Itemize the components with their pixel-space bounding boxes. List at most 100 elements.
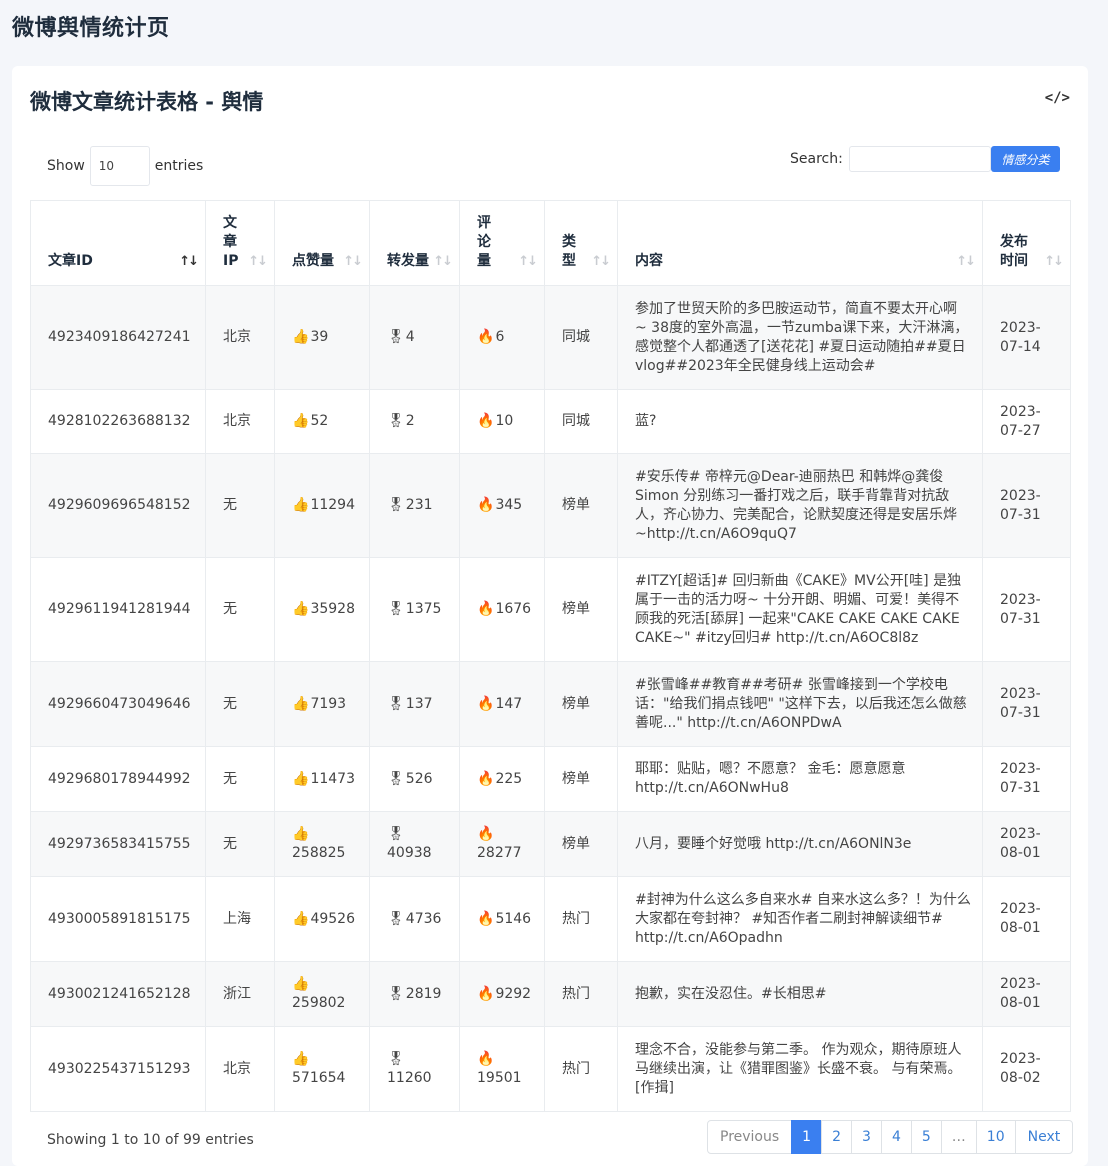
comments-cell: 🔥147: [459, 661, 545, 747]
fire-icon: 🔥: [477, 1051, 495, 1067]
reposts-value: 4736: [405, 910, 442, 927]
search-label: Search:: [790, 151, 843, 167]
fire-icon: 🔥: [477, 985, 495, 1002]
article-id-link[interactable]: 4929680178944992: [30, 746, 206, 812]
sort-asc-icon: ↑↓: [179, 254, 199, 269]
comments-cell: 🔥345: [459, 453, 545, 558]
content-cell: 八月，要睡个好觉哦 http://t.cn/A6ONlN3e: [617, 811, 983, 877]
column-header-likes[interactable]: 点赞量 ↑↓: [274, 200, 370, 286]
pagination-ellipsis: …: [940, 1120, 977, 1154]
comments-cell: 🔥1676: [459, 557, 545, 662]
column-header-type[interactable]: 类型 ↑↓: [544, 200, 618, 286]
article-id-link[interactable]: 4929736583415755: [30, 811, 206, 877]
column-header-ip[interactable]: 文章IP ↑↓: [205, 200, 275, 286]
likes-value: 259802: [292, 995, 346, 1011]
likes-cell: 👍 258825: [274, 811, 370, 877]
column-header-content[interactable]: 内容 ↑↓: [617, 200, 983, 286]
reposts-cell: 🎖4736: [369, 876, 460, 962]
page-button-10[interactable]: 10: [975, 1120, 1016, 1154]
entries-per-page-select[interactable]: 10: [89, 146, 150, 186]
comments-value: 9292: [495, 985, 532, 1002]
article-id-link[interactable]: 4930005891815175: [30, 876, 206, 962]
sentiment-classify-button[interactable]: 情感分类: [991, 146, 1060, 172]
articles-table: 文章ID ↑↓ 文章IP ↑↓ 点赞量 ↑↓ 转发量 ↑↓ 评论量 ↑↓ 类型 ↑↓ 内容 ↑…: [30, 200, 1071, 1112]
reposts-value: 1375: [405, 601, 442, 617]
likes-value: 39: [310, 329, 329, 345]
comments-cell: 🔥 28277: [459, 811, 545, 877]
show-label: Show: [47, 158, 85, 174]
previous-page-button[interactable]: Previous: [707, 1120, 793, 1154]
article-ip-cell: 浙江: [205, 961, 275, 1027]
comments-value: 147: [495, 695, 523, 712]
column-header-id[interactable]: 文章ID ↑↓: [30, 200, 206, 286]
medal-icon: 🎖: [387, 413, 405, 429]
article-id-link[interactable]: 4928102263688132: [30, 389, 206, 454]
page-button-1[interactable]: 1: [791, 1120, 823, 1154]
comments-value: 345: [495, 497, 523, 513]
page-button-3[interactable]: 3: [851, 1120, 882, 1154]
table-row: 4928102263688132 北京 👍52 🎖2 🔥10 同城 蓝? 2023-07-27: [30, 389, 1071, 454]
date-cell: 2023-07-14: [982, 285, 1071, 390]
table-row: 4923409186427241 北京 👍39 🎖4 🔥6 同城 参加了世贸天阶的多巴胺运动…: [30, 285, 1071, 390]
content-cell: 蓝?: [617, 389, 983, 454]
comments-cell: 🔥10: [459, 389, 545, 454]
sort-icon: ↑↓: [248, 254, 268, 269]
article-id-link[interactable]: 4930225437151293: [30, 1026, 206, 1112]
reposts-value: 4: [405, 329, 415, 345]
type-cell: 榜单: [544, 453, 618, 558]
likes-value: 52: [310, 413, 329, 429]
medal-icon: 🎖: [387, 826, 405, 842]
table-row: 4930225437151293 北京 👍 571654 🎖 11260 🔥 19501 热门理…: [30, 1026, 1071, 1112]
fire-icon: 🔥: [477, 413, 495, 429]
medal-icon: 🎖: [387, 497, 405, 513]
column-header-reposts[interactable]: 转发量 ↑↓: [369, 200, 460, 286]
content-cell: #ITZY[超话]# 回归新曲《CAKE》MV公开[哇] 是独属于一击的活力呀~…: [617, 557, 983, 662]
code-icon[interactable]: </>: [1045, 90, 1070, 106]
date-cell: 2023-08-01: [982, 811, 1071, 877]
likes-cell: 👍7193: [274, 661, 370, 747]
type-cell: 榜单: [544, 811, 618, 877]
date-cell: 2023-07-31: [982, 453, 1071, 558]
sort-icon: ↑↓: [1044, 254, 1064, 269]
table-row: 4930005891815175 上海 👍49526 🎖4736 🔥5146 热门 #封神为…: [30, 876, 1071, 962]
article-id-link[interactable]: 4923409186427241: [30, 285, 206, 390]
article-id-link[interactable]: 4930021241652128: [30, 961, 206, 1027]
column-header-date[interactable]: 发布时间 ↑↓: [982, 200, 1071, 286]
date-cell: 2023-07-31: [982, 557, 1071, 662]
reposts-value: 40938: [387, 845, 432, 861]
fire-icon: 🔥: [477, 770, 495, 787]
likes-cell: 👍39: [274, 285, 370, 390]
reposts-cell: 🎖1375: [369, 557, 460, 662]
date-cell: 2023-07-31: [982, 746, 1071, 812]
likes-cell: 👍49526: [274, 876, 370, 962]
page-button-4[interactable]: 4: [880, 1120, 912, 1154]
fire-icon: 🔥: [477, 826, 495, 842]
article-id-link[interactable]: 4929609696548152: [30, 453, 206, 558]
page-button-2[interactable]: 2: [821, 1120, 853, 1154]
article-id-link[interactable]: 4929611941281944: [30, 557, 206, 662]
content-cell: #安乐传# 帝梓元@Dear-迪丽热巴 和韩烨@龚俊Simon 分别练习一番打戏…: [617, 453, 983, 558]
date-cell: 2023-07-27: [982, 389, 1071, 454]
article-id-link[interactable]: 4929660473049646: [30, 661, 206, 747]
content-cell: 理念不合，没能参与第二季。 作为观众，期待原班人马继续出演，让《猎罪图鉴》长盛不…: [617, 1026, 983, 1112]
next-page-button[interactable]: Next: [1014, 1120, 1074, 1154]
entries-length-control: Show 10 entries: [47, 146, 203, 186]
comments-value: 225: [495, 770, 523, 787]
page-button-5[interactable]: 5: [910, 1120, 942, 1154]
reposts-cell: 🎖2819: [369, 961, 460, 1027]
thumbs-up-icon: 👍: [292, 497, 310, 513]
reposts-cell: 🎖 40938: [369, 811, 460, 877]
type-cell: 同城: [544, 389, 618, 454]
fire-icon: 🔥: [477, 695, 495, 712]
reposts-cell: 🎖526: [369, 746, 460, 812]
reposts-value: 11260: [387, 1070, 432, 1086]
column-header-comments[interactable]: 评论量 ↑↓: [459, 200, 545, 286]
date-cell: 2023-08-02: [982, 1026, 1071, 1112]
search-input[interactable]: [848, 146, 991, 172]
likes-cell: 👍 259802: [274, 961, 370, 1027]
likes-value: 571654: [292, 1070, 346, 1086]
comments-value: 5146: [495, 910, 532, 927]
thumbs-up-icon: 👍: [292, 910, 310, 927]
sort-icon: ↑↓: [343, 254, 363, 269]
type-cell: 榜单: [544, 557, 618, 662]
